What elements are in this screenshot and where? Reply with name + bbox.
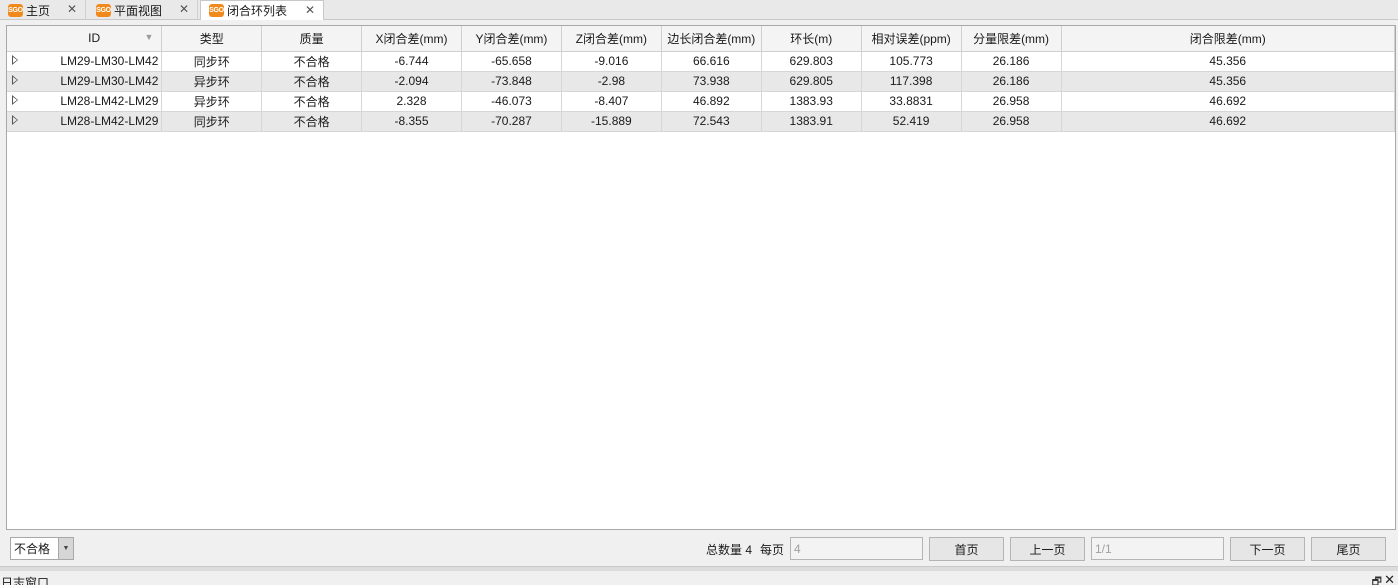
- expand-row-icon[interactable]: [7, 71, 27, 92]
- cell-loop-length: 1383.91: [761, 111, 862, 132]
- tab-home[interactable]: SGO 主页 ✕: [0, 0, 86, 20]
- header-type[interactable]: 类型: [161, 26, 263, 52]
- header-z-closure[interactable]: Z闭合差(mm): [561, 26, 662, 52]
- per-page-input[interactable]: 4: [790, 537, 923, 560]
- chevron-down-icon[interactable]: ▼: [58, 538, 73, 559]
- header-x-closure[interactable]: X闭合差(mm): [361, 26, 462, 52]
- cell-quality: 不合格: [261, 71, 363, 92]
- cell-x-closure: 2.328: [361, 91, 462, 112]
- header-loop-length[interactable]: 环长(m): [761, 26, 862, 52]
- expand-row-icon[interactable]: [7, 111, 27, 132]
- cell-relative-error: 105.773: [861, 51, 962, 72]
- log-window-title: 日志窗口: [1, 576, 50, 585]
- cell-component-limit: 26.958: [961, 111, 1062, 132]
- header-side-closure[interactable]: 边长闭合差(mm): [661, 26, 762, 52]
- cell-x-closure: -2.094: [361, 71, 462, 92]
- cell-quality: 不合格: [261, 51, 363, 72]
- cell-closure-limit: 46.692: [1061, 91, 1395, 112]
- cell-type: 异步环: [161, 91, 263, 112]
- page-indicator-input[interactable]: 1/1: [1091, 537, 1224, 560]
- per-page-label: 每页: [760, 543, 785, 557]
- cell-side-closure: 72.543: [661, 111, 762, 132]
- sgo-logo-icon: SGO: [96, 3, 111, 17]
- tab-label: 平面视图: [114, 3, 163, 18]
- cell-side-closure: 66.616: [661, 51, 762, 72]
- header-quality[interactable]: 质量: [261, 26, 363, 52]
- table-row[interactable]: LM28-LM42-LM29 异步环 不合格 2.328 -46.073 -8.…: [7, 91, 1395, 112]
- close-icon[interactable]: ✕: [1384, 572, 1395, 585]
- cell-x-closure: -6.744: [361, 51, 462, 72]
- cell-side-closure: 73.938: [661, 71, 762, 92]
- cell-id: LM28-LM42-LM29: [26, 91, 163, 112]
- cell-quality: 不合格: [261, 91, 363, 112]
- cell-loop-length: 629.803: [761, 51, 862, 72]
- cell-x-closure: -8.355: [361, 111, 462, 132]
- next-page-button[interactable]: 下一页: [1230, 537, 1305, 561]
- header-spacer: [7, 26, 27, 52]
- cell-loop-length: 1383.93: [761, 91, 862, 112]
- cell-relative-error: 117.398: [861, 71, 962, 92]
- cell-z-closure: -9.016: [561, 51, 662, 72]
- cell-quality: 不合格: [261, 111, 363, 132]
- header-relative-error[interactable]: 相对误差(ppm): [861, 26, 962, 52]
- total-count-label: 总数量 4: [706, 543, 753, 557]
- restore-window-icon[interactable]: 🗗: [1372, 573, 1382, 585]
- filter-value: 不合格: [14, 542, 51, 556]
- header-id[interactable]: ID ▼: [26, 26, 163, 52]
- cell-type: 同步环: [161, 51, 263, 72]
- close-icon[interactable]: ✕: [305, 3, 315, 17]
- tab-bar: SGO 主页 ✕ SGO 平面视图 ✕ SGO 闭合环列表 ✕: [0, 0, 1398, 21]
- log-window-header: 日志窗口 🗗 ✕: [0, 571, 1398, 585]
- cell-loop-length: 629.805: [761, 71, 862, 92]
- first-page-button[interactable]: 首页: [929, 537, 1004, 561]
- cell-z-closure: -2.98: [561, 71, 662, 92]
- header-y-closure[interactable]: Y闭合差(mm): [461, 26, 562, 52]
- expand-row-icon[interactable]: [7, 51, 27, 72]
- cell-id: LM28-LM42-LM29: [26, 111, 163, 132]
- cell-y-closure: -70.287: [461, 111, 562, 132]
- table-row[interactable]: LM29-LM30-LM42 异步环 不合格 -2.094 -73.848 -2…: [7, 71, 1395, 92]
- cell-component-limit: 26.186: [961, 71, 1062, 92]
- tab-loop-list[interactable]: SGO 闭合环列表 ✕: [200, 0, 324, 21]
- table-row[interactable]: LM28-LM42-LM29 同步环 不合格 -8.355 -70.287 -1…: [7, 111, 1395, 132]
- header-closure-limit[interactable]: 闭合限差(mm): [1061, 26, 1395, 52]
- cell-closure-limit: 45.356: [1061, 51, 1395, 72]
- cell-type: 同步环: [161, 111, 263, 132]
- tab-plan-view[interactable]: SGO 平面视图 ✕: [86, 0, 198, 20]
- tab-label: 闭合环列表: [227, 4, 288, 18]
- cell-relative-error: 33.8831: [861, 91, 962, 112]
- expand-row-icon[interactable]: [7, 91, 27, 112]
- cell-y-closure: -46.073: [461, 91, 562, 112]
- content-area: ID ▼ 类型 质量 X闭合差(mm) Y闭合差(mm) Z闭合差(mm) 边长闭…: [0, 20, 1398, 566]
- close-icon[interactable]: ✕: [179, 2, 189, 16]
- cell-closure-limit: 45.356: [1061, 71, 1395, 92]
- cell-id: LM29-LM30-LM42: [26, 51, 163, 72]
- cell-closure-limit: 46.692: [1061, 111, 1395, 132]
- cell-type: 异步环: [161, 71, 263, 92]
- sgo-logo-icon: SGO: [8, 3, 23, 17]
- cell-z-closure: -15.889: [561, 111, 662, 132]
- cell-id: LM29-LM30-LM42: [26, 71, 163, 92]
- cell-y-closure: -73.848: [461, 71, 562, 92]
- quality-filter-select[interactable]: 不合格 ▼: [10, 537, 74, 560]
- loop-table: ID ▼ 类型 质量 X闭合差(mm) Y闭合差(mm) Z闭合差(mm) 边长闭…: [7, 26, 1395, 132]
- sort-arrow-icon: ▼: [144, 32, 154, 42]
- cell-component-limit: 26.186: [961, 51, 1062, 72]
- header-component-limit[interactable]: 分量限差(mm): [961, 26, 1062, 52]
- header-row: ID ▼ 类型 质量 X闭合差(mm) Y闭合差(mm) Z闭合差(mm) 边长闭…: [7, 26, 1395, 52]
- close-icon[interactable]: ✕: [67, 2, 77, 16]
- table-row[interactable]: LM29-LM30-LM42 同步环 不合格 -6.744 -65.658 -9…: [7, 51, 1395, 72]
- cell-component-limit: 26.958: [961, 91, 1062, 112]
- cell-side-closure: 46.892: [661, 91, 762, 112]
- cell-y-closure: -65.658: [461, 51, 562, 72]
- sgo-logo-icon: SGO: [209, 4, 224, 17]
- cell-relative-error: 52.419: [861, 111, 962, 132]
- data-grid: ID ▼ 类型 质量 X闭合差(mm) Y闭合差(mm) Z闭合差(mm) 边长闭…: [6, 25, 1396, 530]
- last-page-button[interactable]: 尾页: [1311, 537, 1386, 561]
- cell-z-closure: -8.407: [561, 91, 662, 112]
- tab-label: 主页: [26, 3, 51, 18]
- prev-page-button[interactable]: 上一页: [1010, 537, 1085, 561]
